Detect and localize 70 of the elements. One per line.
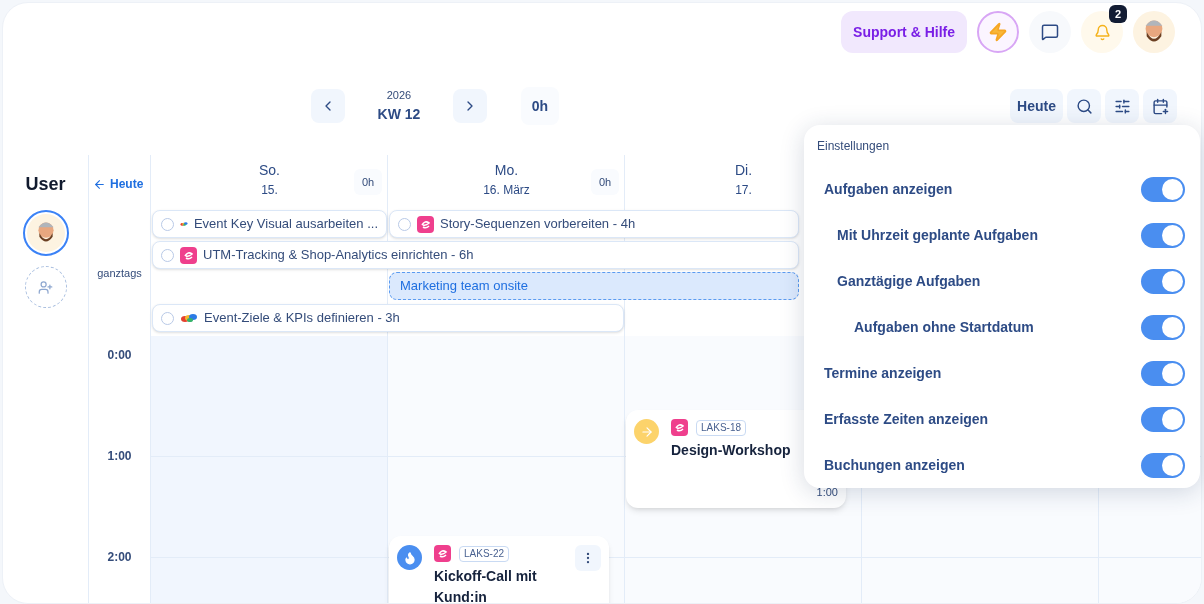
task-title: UTM-Tracking & Shop-Analytics einrichten - 6h <box>203 246 474 265</box>
year-label: 2026 <box>386 88 412 104</box>
user-column-title: User <box>25 173 66 196</box>
settings-title: Einstellungen <box>817 138 891 155</box>
task-checkbox[interactable] <box>161 217 174 231</box>
task-title: Story-Sequenzen vorbereiten - 4h <box>440 215 636 234</box>
event-duration: 1:00 <box>816 484 838 500</box>
calendar-add-icon[interactable] <box>1143 89 1177 123</box>
day-name: So. <box>259 160 280 180</box>
task-title: Event Key Visual ausarbeiten ... <box>193 215 378 234</box>
notification-badge: 2 <box>1109 5 1127 23</box>
all-day-label: ganztags <box>96 266 143 281</box>
today-link[interactable]: Heute <box>93 175 150 193</box>
task-bar[interactable]: Event-Ziele & KPIs definieren - 3h <box>152 304 624 332</box>
task-bar[interactable]: UTM-Tracking & Shop-Analytics einrichten - 6h <box>152 241 800 269</box>
week-total-hours: 0h <box>521 87 559 125</box>
ticket-tag: LAKS-18 <box>696 419 747 436</box>
hour-label: 1:00 <box>106 447 133 465</box>
toggle-switch[interactable] <box>1141 268 1185 294</box>
bell-icon[interactable] <box>1081 11 1123 53</box>
toggle-switch[interactable] <box>1141 314 1185 340</box>
task-checkbox[interactable] <box>161 311 174 325</box>
setting-label: Aufgaben anzeigen <box>824 179 953 199</box>
toggle-switch[interactable] <box>1141 176 1185 202</box>
ticket-tag: LAKS-22 <box>459 545 510 562</box>
search-icon[interactable] <box>1067 89 1101 123</box>
task-bar[interactable]: Story-Sequenzen vorbereiten - 4h <box>389 210 800 238</box>
chat-icon[interactable] <box>1029 11 1071 53</box>
toggle-switch[interactable] <box>1141 452 1185 478</box>
setting-label: Mit Uhrzeit geplante Aufgaben <box>837 225 1038 245</box>
today-button[interactable]: Heute <box>1010 89 1063 123</box>
user-avatar <box>26 214 65 252</box>
task-checkbox[interactable] <box>161 248 174 262</box>
flame-status-icon <box>397 545 422 570</box>
support-button[interactable]: Support & Hilfe <box>841 11 967 53</box>
task-bar[interactable]: Event Key Visual ausarbeiten ... <box>152 210 387 238</box>
project-logo-icon <box>434 545 451 562</box>
arrow-left-icon <box>93 177 106 191</box>
toggle-switch[interactable] <box>1141 406 1185 432</box>
day-name: Di. <box>734 160 753 180</box>
day-date: 16. März <box>483 181 530 199</box>
hour-label: 2:00 <box>106 548 133 566</box>
week-label: KW 12 <box>377 104 421 124</box>
hour-label: 0:00 <box>106 346 133 364</box>
task-checkbox[interactable] <box>398 217 411 231</box>
project-logo-icon <box>671 419 688 436</box>
toggle-switch[interactable] <box>1141 222 1185 248</box>
setting-label: Aufgaben ohne Startdatum <box>854 317 1034 337</box>
day-hours: 0h <box>354 169 382 195</box>
day-date: 17. <box>735 181 752 199</box>
setting-label: Ganztägige Aufgaben <box>837 271 981 291</box>
next-week-button[interactable] <box>453 89 487 123</box>
sliders-icon[interactable] <box>1105 89 1139 123</box>
project-logo-icon <box>180 312 198 324</box>
day-hours: 0h <box>591 169 619 195</box>
project-logo-icon <box>417 215 434 233</box>
previous-week-button[interactable] <box>311 89 345 123</box>
arrow-status-icon <box>634 419 659 444</box>
user-avatar <box>1133 11 1175 53</box>
day-date: 15. <box>261 181 278 199</box>
setting-label: Termine anzeigen <box>824 363 942 383</box>
task-title: Event-Ziele & KPIs definieren - 3h <box>204 309 400 328</box>
project-logo-icon <box>180 246 197 264</box>
event-card[interactable]: LAKS-22 Kickoff-Call mit Kund:in <box>389 536 609 603</box>
event-title: Design-Workshop <box>671 441 792 460</box>
day-name: Mo. <box>494 160 519 180</box>
lightning-icon[interactable] <box>977 11 1019 53</box>
event-title: Kickoff-Call mit Kund:in <box>434 567 538 603</box>
toggle-switch[interactable] <box>1141 360 1185 386</box>
appointment-bar[interactable]: Marketing team onsite <box>389 272 800 300</box>
